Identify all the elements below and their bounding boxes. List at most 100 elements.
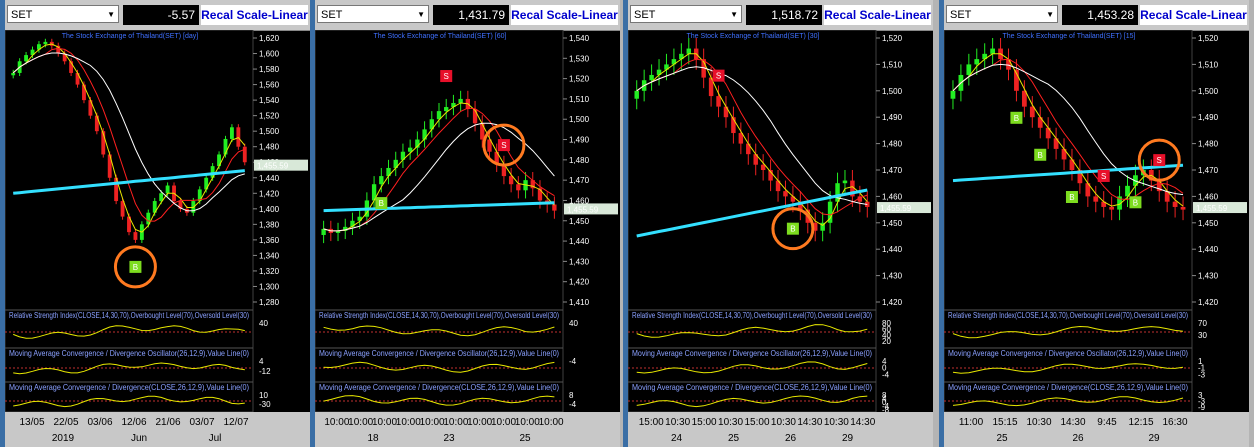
x-axis-label: 10:00 <box>372 417 397 428</box>
x-axis-label: 10:00 <box>515 417 540 428</box>
candle-body <box>649 74 654 81</box>
x-axis-label: 21/06 <box>155 417 180 428</box>
x-axis-sublabel: 26 <box>1072 433 1084 444</box>
candle-body <box>1006 59 1011 70</box>
symbol-selector[interactable]: SET ▼ <box>630 5 742 23</box>
price-tick-label: 1,420 <box>882 298 903 307</box>
chart-toolbar: SET ▼ 1,518.72 Recal Scale-Linear <box>628 0 933 31</box>
candle-body <box>11 72 16 76</box>
candle-body <box>1093 196 1099 202</box>
chart-title: The Stock Exchange of Thailand(SET) [day… <box>62 33 198 40</box>
chart-window-60min[interactable]: SET ▼ 1,431.79 Recal Scale-Linear The Stock … <box>315 0 620 447</box>
candle-body <box>634 90 639 99</box>
symbol-selector[interactable]: SET ▼ <box>7 5 119 23</box>
symbol-selector[interactable]: SET ▼ <box>946 5 1058 23</box>
dropdown-arrow-icon[interactable]: ▼ <box>730 6 738 24</box>
rsi-pane-tick: 40 <box>259 319 268 328</box>
x-axis-label: 11:00 <box>959 417 984 428</box>
signal-label: B <box>790 225 795 234</box>
candle-body <box>842 180 848 184</box>
rsi-pane-label: Relative Strength Index(CLOSE,14,30,70),… <box>948 311 1188 320</box>
candle-body <box>1180 206 1186 210</box>
signal-label: S <box>444 72 449 81</box>
signal-label: B <box>1069 193 1074 202</box>
chart-window-30min[interactable]: SET ▼ 1,518.72 Recal Scale-Linear The Stock … <box>628 0 933 447</box>
last-price-label: 1,455.59 <box>567 205 599 214</box>
x-axis-label: 03/07 <box>189 417 214 428</box>
x-axis-sublabel: 26 <box>785 433 797 444</box>
chart-window-daily[interactable]: SET ▼ -5.57 Recal Scale-Linear The Stock Exc… <box>5 0 310 447</box>
price-tick-label: 1,430 <box>882 272 903 281</box>
x-axis-label: 15:00 <box>744 417 769 428</box>
macd-pane-label: Moving Average Convergence / Divergence(… <box>9 383 249 392</box>
x-axis-sublabel: 24 <box>671 433 683 444</box>
price-tick-label: 1,580 <box>259 65 280 74</box>
signal-label: B <box>1133 198 1138 207</box>
x-axis-label: 10:00 <box>491 417 516 428</box>
price-chart[interactable]: The Stock Exchange of Thailand(SET) [day… <box>5 30 310 447</box>
x-axis-label: 10:30 <box>771 417 796 428</box>
price-tick-label: 1,440 <box>569 237 590 246</box>
recal-scale-button[interactable]: Recal Scale-Linear <box>1140 5 1247 25</box>
price-tick-label: 1,450 <box>569 217 590 226</box>
price-tick-label: 1,460 <box>882 192 903 201</box>
price-chart[interactable]: The Stock Exchange of Thailand(SET) [30]… <box>628 30 933 447</box>
price-tick-label: 1,500 <box>1198 87 1219 96</box>
x-axis-sublabel: 18 <box>367 433 379 444</box>
x-axis-label: 10:30 <box>1026 417 1051 428</box>
candle-body <box>716 96 721 107</box>
dropdown-arrow-icon[interactable]: ▼ <box>417 6 425 24</box>
price-tick-label: 1,450 <box>1198 219 1219 228</box>
signal-label: B <box>133 263 138 272</box>
x-axis-label: 14:30 <box>850 417 875 428</box>
signal-label: B <box>379 199 384 208</box>
x-axis-label: 10:30 <box>824 417 849 428</box>
candle-body <box>783 191 788 197</box>
candle-body <box>990 48 996 54</box>
price-tick-label: 1,380 <box>259 220 280 229</box>
symbol-text: SET <box>634 9 656 21</box>
x-axis-label: 16:30 <box>1162 417 1187 428</box>
chart-title: The Stock Exchange of Thailand(SET) [30] <box>687 33 820 40</box>
price-tick-label: 1,480 <box>259 143 280 152</box>
candle-body <box>686 48 692 54</box>
rsi-pane-tick: 30 <box>1198 331 1207 340</box>
dropdown-arrow-icon[interactable]: ▼ <box>107 6 115 24</box>
last-price-label: 1,455.59 <box>257 162 289 171</box>
price-tick-label: 1,430 <box>569 257 590 266</box>
price-tick-label: 1,540 <box>569 34 590 43</box>
rsi-pane-tick: 70 <box>1198 319 1207 328</box>
dropdown-arrow-icon[interactable]: ▼ <box>1046 6 1054 24</box>
price-chart[interactable]: The Stock Exchange of Thailand(SET) [60]… <box>315 30 620 447</box>
candle-body <box>444 107 449 112</box>
price-tick-label: 1,490 <box>882 113 903 122</box>
x-axis-sublabel: 25 <box>728 433 740 444</box>
signal-label: S <box>716 72 721 81</box>
x-axis-label: 15:15 <box>992 417 1017 428</box>
recal-scale-button[interactable]: Recal Scale-Linear <box>201 5 308 25</box>
candle-body <box>133 232 138 240</box>
chart-window-15min[interactable]: SET ▼ 1,453.28 Recal Scale-Linear The Stock … <box>944 0 1249 447</box>
rsi-pane-tick: 40 <box>569 319 578 328</box>
candle-body <box>379 176 384 185</box>
x-axis-sublabel: 25 <box>996 433 1008 444</box>
recal-scale-button[interactable]: Recal Scale-Linear <box>824 5 931 25</box>
price-chart[interactable]: The Stock Exchange of Thailand(SET) [15]… <box>944 30 1249 447</box>
price-tick-label: 1,510 <box>1198 60 1219 69</box>
candle-body <box>516 184 521 191</box>
price-tick-label: 1,560 <box>259 81 280 90</box>
price-tick-label: 1,320 <box>259 267 280 276</box>
x-axis-label: 22/05 <box>53 417 78 428</box>
recal-scale-button[interactable]: Recal Scale-Linear <box>511 5 618 25</box>
price-tick-label: 1,500 <box>882 87 903 96</box>
price-value: 1,453.28 <box>1062 5 1138 25</box>
chart-toolbar: SET ▼ 1,431.79 Recal Scale-Linear <box>315 0 620 31</box>
x-axis-label: 10:00 <box>467 417 492 428</box>
x-axis-sublabel: 25 <box>519 433 531 444</box>
symbol-text: SET <box>321 9 343 21</box>
candle-body <box>552 204 557 211</box>
macd-pane-label: Moving Average Convergence / Divergence(… <box>948 383 1188 392</box>
symbol-selector[interactable]: SET ▼ <box>317 5 429 23</box>
x-axis-label: 10:00 <box>420 417 445 428</box>
price-tick-label: 1,470 <box>882 166 903 175</box>
